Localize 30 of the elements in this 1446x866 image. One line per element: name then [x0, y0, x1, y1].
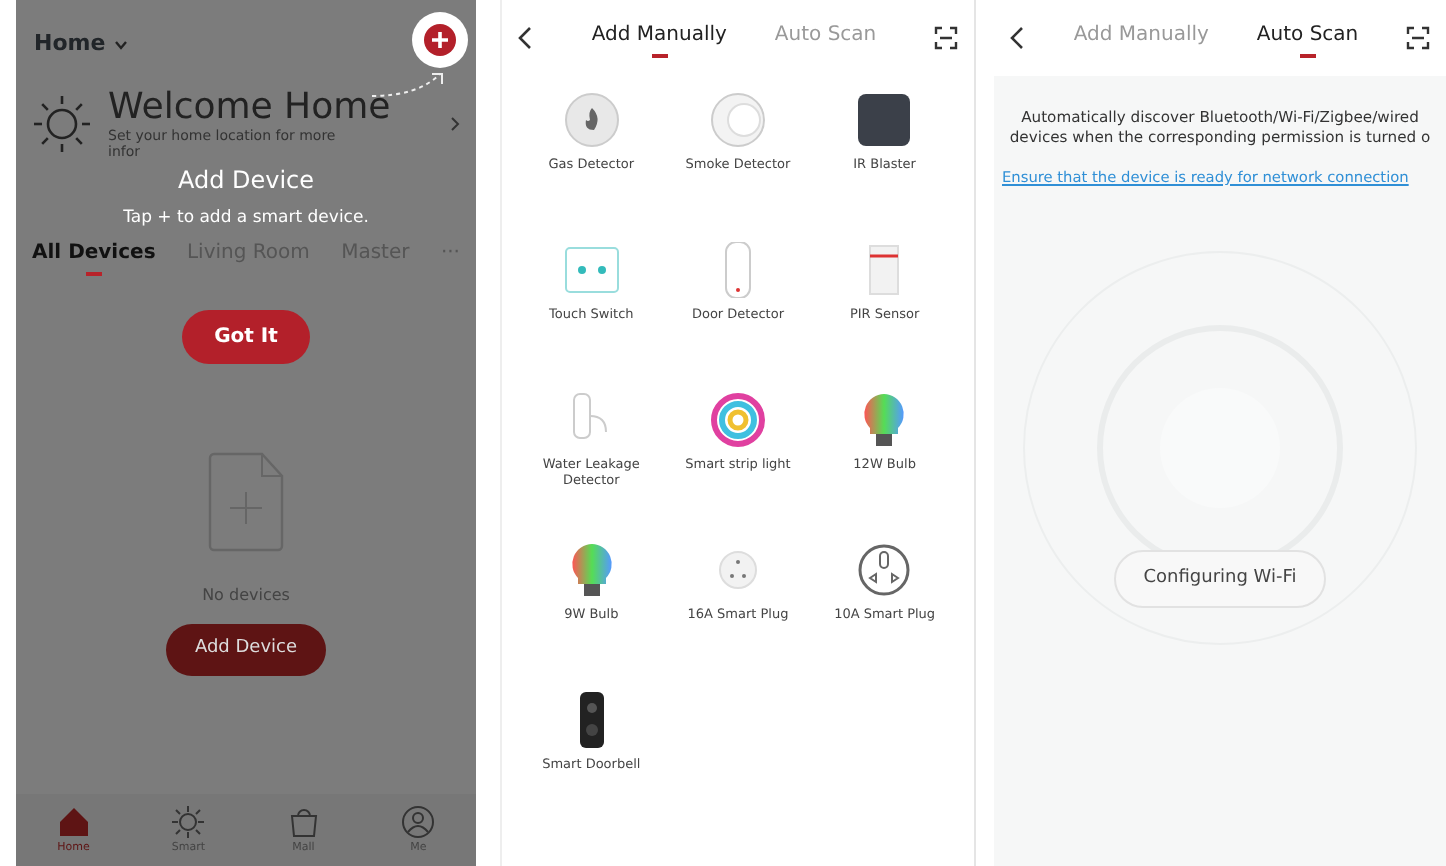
scan-icon: [934, 26, 958, 50]
guide-title: Add Device: [175, 163, 317, 198]
sun-icon: [32, 94, 92, 155]
chevron-down-icon: [113, 39, 128, 49]
led-strip-icon: [709, 392, 766, 448]
add-button[interactable]: [412, 12, 468, 68]
chevron-right-icon: [450, 116, 460, 133]
room-tab[interactable]: All Devices: [32, 238, 156, 277]
add-device-button[interactable]: Add Device: [166, 624, 326, 676]
touch-switch-icon: [563, 242, 620, 298]
welcome-title: Welcome Home: [108, 88, 393, 128]
home-selector[interactable]: Home: [32, 25, 130, 63]
got-it-button[interactable]: Got It: [182, 310, 310, 365]
home-icon: [55, 803, 92, 840]
ir-blaster-icon: [856, 92, 913, 148]
scan-icon: [1406, 26, 1430, 50]
smoke-detector-icon: [709, 92, 766, 148]
smart-plug-icon: [856, 542, 913, 598]
plus-icon: [424, 24, 456, 56]
back-icon: [518, 26, 534, 50]
sun-icon: [170, 803, 207, 840]
gas-detector-icon: [563, 92, 620, 148]
no-devices-message: No devices: [202, 584, 290, 609]
mode-tab[interactable]: Add Manually: [591, 19, 727, 57]
profile-icon: [400, 803, 437, 840]
configuring-wifi-button[interactable]: Configuring Wi-Fi: [1113, 549, 1327, 609]
mode-tab[interactable]: Auto Scan: [1256, 19, 1359, 57]
back-icon: [1010, 26, 1026, 50]
shopping-bag-icon: [285, 803, 322, 840]
guide-hint: Tap + to add a smart device.: [121, 205, 371, 231]
